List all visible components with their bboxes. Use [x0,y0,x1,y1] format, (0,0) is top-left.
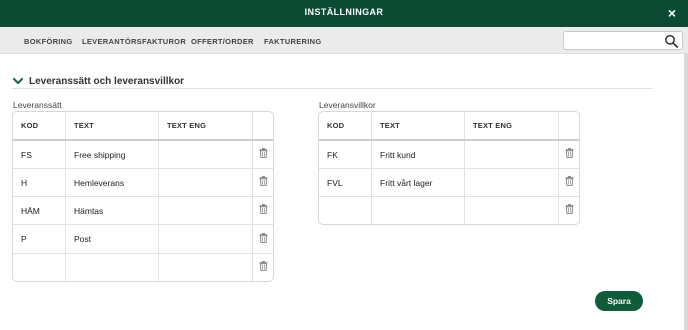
kod-cell[interactable]: FS [13,141,66,169]
column-header-actions [559,112,579,140]
tab-offert-order[interactable]: OFFERT/ORDER [191,37,254,46]
trash-icon[interactable] [259,233,268,243]
kod-cell[interactable]: P [13,225,66,254]
text-cell[interactable] [66,254,159,281]
text-cell[interactable]: Fritt kund [372,141,465,169]
text-eng-cell[interactable] [159,254,253,281]
text-cell[interactable]: Hämtas [66,197,159,225]
kod-cell[interactable]: FVL [319,169,372,197]
kod-cell[interactable]: FK [319,141,372,169]
text-eng-cell[interactable] [465,141,559,169]
kod-cell[interactable]: H [13,169,66,197]
column-header-kod: KOD [319,112,372,140]
tab-fakturering[interactable]: FAKTURERING [264,37,321,46]
text-eng-cell[interactable] [159,225,253,254]
kod-cell[interactable] [13,254,66,281]
text-cell[interactable]: Free shipping [66,141,159,169]
search-icon[interactable] [664,34,679,48]
tab-bokforing[interactable]: BOKFÖRING [24,37,73,46]
search-input[interactable] [568,34,662,47]
scrollbar-edge [684,54,688,330]
dialog-title: INSTÄLLNINGAR [304,7,384,17]
column-header-actions [253,112,273,140]
leveranssatt-label: Leveranssätt [13,100,62,110]
leveransvillkor-label: Leveransvillkor [319,100,376,110]
tab-leverantorsfakturor[interactable]: LEVERANTÖRSFAKTUROR [82,37,186,46]
kod-cell[interactable]: HÄM [13,197,66,225]
trash-icon[interactable] [259,204,268,214]
column-header-kod: KOD [13,112,66,140]
close-icon[interactable]: × [668,5,676,21]
trash-icon[interactable] [565,204,574,214]
leveranssatt-table: KOD TEXT TEXT ENG FS Free shipping H Hem… [12,111,274,282]
chevron-down-icon[interactable] [12,76,24,86]
column-header-text-eng: TEXT ENG [159,112,253,140]
text-eng-cell[interactable] [159,169,253,197]
text-cell[interactable]: Hemleverans [66,169,159,197]
text-eng-cell[interactable] [159,141,253,169]
text-eng-cell[interactable] [465,169,559,197]
kod-cell[interactable] [319,197,372,224]
text-eng-cell[interactable] [159,197,253,225]
text-cell[interactable] [372,197,465,224]
text-cell[interactable]: Post [66,225,159,254]
trash-icon[interactable] [259,261,268,271]
settings-tabbar: BOKFÖRING LEVERANTÖRSFAKTUROR OFFERT/ORD… [0,27,688,54]
column-header-text-eng: TEXT ENG [465,112,559,140]
trash-icon[interactable] [565,148,574,158]
save-button[interactable]: Spara [595,291,643,311]
trash-icon[interactable] [565,176,574,186]
leveransvillkor-table: KOD TEXT TEXT ENG FK Fritt kund FVL Frit… [318,111,580,225]
trash-icon[interactable] [259,176,268,186]
trash-icon[interactable] [259,148,268,158]
column-header-text: TEXT [66,112,159,140]
section-title: Leveranssätt och leveransvillkor [29,76,185,87]
dialog-titlebar: INSTÄLLNINGAR × [0,0,688,27]
text-cell[interactable]: Fritt vårt lager [372,169,465,197]
search-field[interactable] [563,31,683,50]
section-header[interactable]: Leveranssätt och leveransvillkor [12,75,652,89]
column-header-text: TEXT [372,112,465,140]
text-eng-cell[interactable] [465,197,559,224]
